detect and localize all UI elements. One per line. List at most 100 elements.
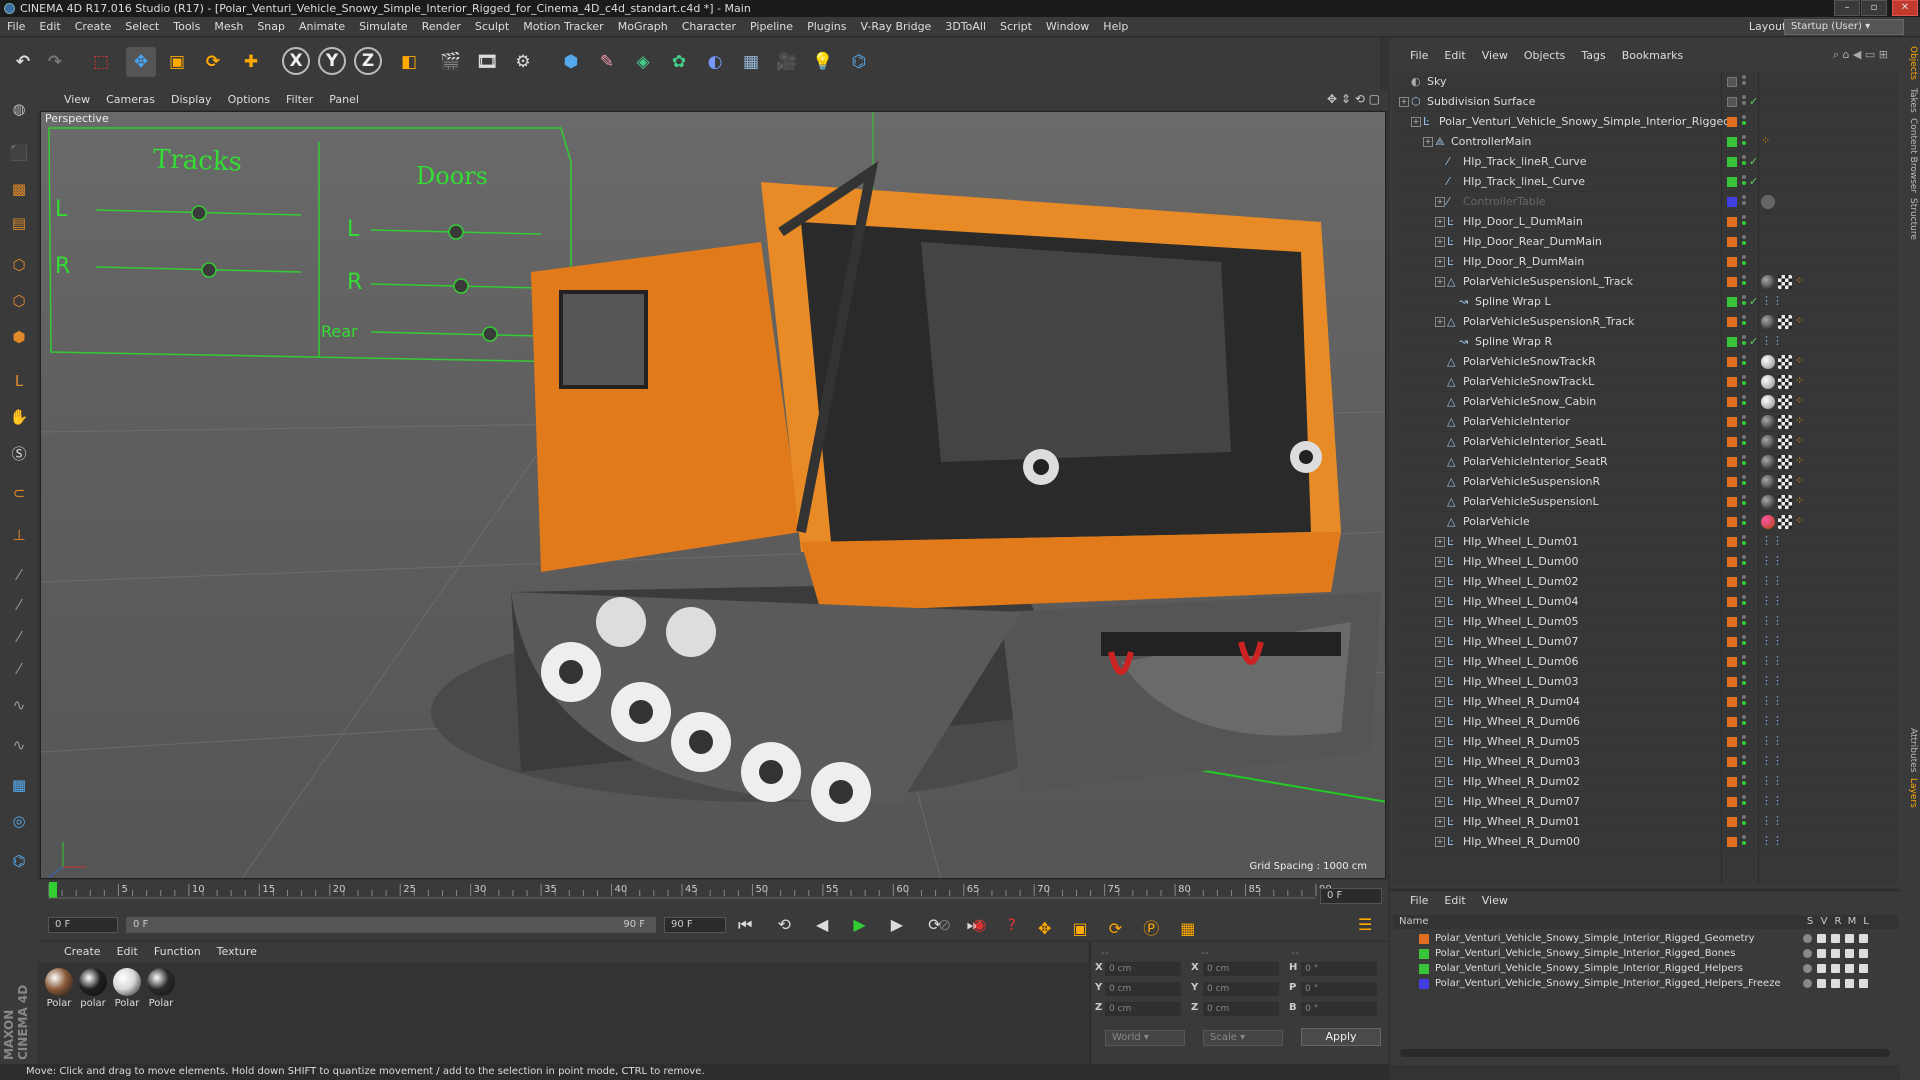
points-mode-icon[interactable]: ⬡ bbox=[4, 250, 34, 280]
layer-flag-toggle[interactable] bbox=[1803, 964, 1812, 973]
visibility-dots-icon[interactable] bbox=[1742, 95, 1746, 109]
rig-tag-icon[interactable]: ⋮⋮ bbox=[1761, 835, 1783, 849]
layer-color-swatch[interactable] bbox=[1727, 717, 1737, 727]
visibility-dots-icon[interactable] bbox=[1742, 555, 1746, 569]
coord-field-size-z[interactable]: 0 cm bbox=[1203, 1002, 1279, 1016]
material-swatch[interactable]: Polar bbox=[44, 968, 74, 1014]
deformer-icon[interactable]: ◐ bbox=[700, 47, 730, 77]
visibility-dots-icon[interactable] bbox=[1742, 435, 1746, 449]
layer-flag-toggle[interactable] bbox=[1845, 949, 1854, 958]
enabled-check-icon[interactable]: ✓ bbox=[1749, 172, 1758, 191]
rig-tag-icon[interactable]: ⋮⋮ bbox=[1761, 715, 1783, 729]
rig-tag-icon[interactable]: ⋮⋮ bbox=[1761, 595, 1783, 609]
viewport-nav-icons[interactable]: ✥ ⇕ ⟲ ▢ bbox=[1327, 92, 1380, 106]
object-row-polarvehicleinterior-seatr[interactable]: △ PolarVehicleInterior_SeatR ⁘ bbox=[1393, 452, 1898, 472]
visibility-dots-icon[interactable] bbox=[1742, 795, 1746, 809]
object-row-hlp-wheel-r-dum04[interactable]: + Ŀ Hlp_Wheel_R_Dum04 ⋮⋮ bbox=[1393, 692, 1898, 712]
layer-color-swatch[interactable] bbox=[1727, 357, 1737, 367]
visibility-dots-icon[interactable] bbox=[1742, 635, 1746, 649]
rig-tag-icon[interactable]: ⋮⋮ bbox=[1761, 815, 1783, 829]
pull-brush-icon[interactable]: ⁄ bbox=[4, 590, 34, 620]
spline-pen-icon[interactable]: ✎ bbox=[592, 47, 622, 77]
menu-create[interactable]: Create bbox=[68, 17, 119, 37]
expand-toggle-icon[interactable]: + bbox=[1435, 637, 1445, 647]
timeline-ruler[interactable]: 051015202530354045505560657075808590 0 F bbox=[38, 880, 1388, 910]
uvw-tag-icon[interactable] bbox=[1778, 455, 1792, 469]
layer-color-swatch[interactable] bbox=[1727, 817, 1737, 827]
viewport-menu-display[interactable]: Display bbox=[163, 90, 220, 110]
material-swatch[interactable]: polar bbox=[78, 968, 108, 1014]
expand-toggle-icon[interactable]: + bbox=[1435, 737, 1445, 747]
subdivision-generator-icon[interactable]: ◈ bbox=[628, 47, 658, 77]
visibility-dots-icon[interactable] bbox=[1742, 275, 1746, 289]
viewport-menu-cameras[interactable]: Cameras bbox=[98, 90, 163, 110]
layer-color-swatch[interactable] bbox=[1727, 437, 1737, 447]
object-row-polarvehicleinterior-seatl[interactable]: △ PolarVehicleInterior_SeatL ⁘ bbox=[1393, 432, 1898, 452]
layer-flag-toggle[interactable] bbox=[1817, 979, 1826, 988]
object-row-subdivision-surface[interactable]: + ⬡ Subdivision Surface ✓ bbox=[1393, 92, 1898, 112]
object-row-polarvehiclesnowtrackr[interactable]: △ PolarVehicleSnowTrackR ⁘ bbox=[1393, 352, 1898, 372]
rig-tag-icon[interactable]: ⋮⋮ bbox=[1761, 555, 1783, 569]
layer-row[interactable]: Polar_Venturi_Vehicle_Snowy_Simple_Inter… bbox=[1393, 946, 1898, 961]
floor-scene-icon[interactable]: ▦ bbox=[736, 47, 766, 77]
layer-row[interactable]: Polar_Venturi_Vehicle_Snowy_Simple_Inter… bbox=[1393, 961, 1898, 976]
axis-mode-icon[interactable]: L bbox=[4, 366, 34, 396]
material-tag-icon[interactable] bbox=[1761, 435, 1775, 449]
object-row-controllertable[interactable]: + ⁄ ControllerTable bbox=[1393, 192, 1898, 212]
brush-icon[interactable]: ⁄ bbox=[4, 560, 34, 590]
object-manager-search-icon[interactable]: ⌕ ⌂ ◀ ▭ ⊞ bbox=[1833, 48, 1888, 62]
visibility-dots-icon[interactable] bbox=[1742, 175, 1746, 189]
layer-color-swatch[interactable] bbox=[1727, 477, 1737, 487]
apply-button[interactable]: Apply bbox=[1301, 1028, 1381, 1046]
uvw-tag-icon[interactable] bbox=[1778, 275, 1792, 289]
x-axis-lock-icon[interactable]: X bbox=[282, 47, 310, 75]
object-row-hlp-wheel-r-dum07[interactable]: + Ŀ Hlp_Wheel_R_Dum07 ⋮⋮ bbox=[1393, 792, 1898, 812]
constraint-tag-icon[interactable]: ⁘ bbox=[1795, 375, 1809, 389]
object-row-polarvehicle[interactable]: △ PolarVehicle ⁘ bbox=[1393, 512, 1898, 532]
object-row-hlp-wheel-l-dum07[interactable]: + Ŀ Hlp_Wheel_L_Dum07 ⋮⋮ bbox=[1393, 632, 1898, 652]
material-tag-icon[interactable] bbox=[1761, 275, 1775, 289]
expand-toggle-icon[interactable]: + bbox=[1435, 817, 1445, 827]
expand-toggle-icon[interactable]: + bbox=[1435, 717, 1445, 727]
layer-color-swatch[interactable] bbox=[1727, 317, 1737, 327]
menu-simulate[interactable]: Simulate bbox=[352, 17, 415, 37]
material-tag-icon[interactable] bbox=[1761, 455, 1775, 469]
layer-flag-toggle[interactable] bbox=[1859, 949, 1868, 958]
layer-color-swatch[interactable] bbox=[1727, 157, 1737, 167]
layer-flag-toggle[interactable] bbox=[1845, 979, 1854, 988]
menu-script[interactable]: Script bbox=[993, 17, 1039, 37]
menu-v-ray-bridge[interactable]: V-Ray Bridge bbox=[853, 17, 938, 37]
object-row-hlp-wheel-l-dum05[interactable]: + Ŀ Hlp_Wheel_L_Dum05 ⋮⋮ bbox=[1393, 612, 1898, 632]
layer-color-swatch[interactable] bbox=[1727, 137, 1737, 147]
enabled-check-icon[interactable]: ✓ bbox=[1749, 332, 1758, 351]
visibility-dots-icon[interactable] bbox=[1742, 815, 1746, 829]
visibility-dots-icon[interactable] bbox=[1742, 295, 1746, 309]
menu-plugins[interactable]: Plugins bbox=[800, 17, 853, 37]
layout-select[interactable]: Startup (User) ▾ bbox=[1784, 19, 1904, 35]
live-selection-icon[interactable]: ⬚ bbox=[86, 47, 116, 77]
object-row-hlp-door-l-dummain[interactable]: + Ŀ Hlp_Door_L_DumMain bbox=[1393, 212, 1898, 232]
layer-flag-toggle[interactable] bbox=[1859, 964, 1868, 973]
coord-mode-select[interactable]: World ▾ bbox=[1105, 1030, 1185, 1046]
expand-toggle-icon[interactable]: + bbox=[1435, 537, 1445, 547]
scale-tool-icon[interactable]: ▣ bbox=[162, 47, 192, 77]
viewport-menu-view[interactable]: View bbox=[56, 90, 98, 110]
visibility-dots-icon[interactable] bbox=[1742, 215, 1746, 229]
layer-color-swatch[interactable] bbox=[1727, 637, 1737, 647]
constraint-tag-icon[interactable]: ⁘ bbox=[1795, 315, 1809, 329]
current-frame-field[interactable]: 0 F bbox=[48, 917, 118, 933]
menu-character[interactable]: Character bbox=[675, 17, 743, 37]
side-tab-attributes[interactable]: Attributes bbox=[1902, 728, 1918, 772]
object-row-polarvehiclesnow-cabin[interactable]: △ PolarVehicleSnow_Cabin ⁘ bbox=[1393, 392, 1898, 412]
object-row-sky[interactable]: ◐ Sky bbox=[1393, 72, 1898, 92]
object-row-hlp-track-linel-curve[interactable]: ⁄ Hlp_Track_lineL_Curve ✓ bbox=[1393, 172, 1898, 192]
maximize-button[interactable]: ▫ bbox=[1861, 0, 1887, 16]
expand-toggle-icon[interactable]: + bbox=[1435, 277, 1445, 287]
material-tag-icon[interactable] bbox=[1761, 395, 1775, 409]
visibility-dots-icon[interactable] bbox=[1742, 315, 1746, 329]
object-row-polarvehicleinterior[interactable]: △ PolarVehicleInterior ⁘ bbox=[1393, 412, 1898, 432]
layer-color-swatch[interactable] bbox=[1727, 237, 1737, 247]
material-menu-texture[interactable]: Texture bbox=[209, 942, 265, 962]
timeline-frame-field[interactable]: 0 F bbox=[1320, 888, 1382, 904]
layer-flag-toggle[interactable] bbox=[1803, 949, 1812, 958]
